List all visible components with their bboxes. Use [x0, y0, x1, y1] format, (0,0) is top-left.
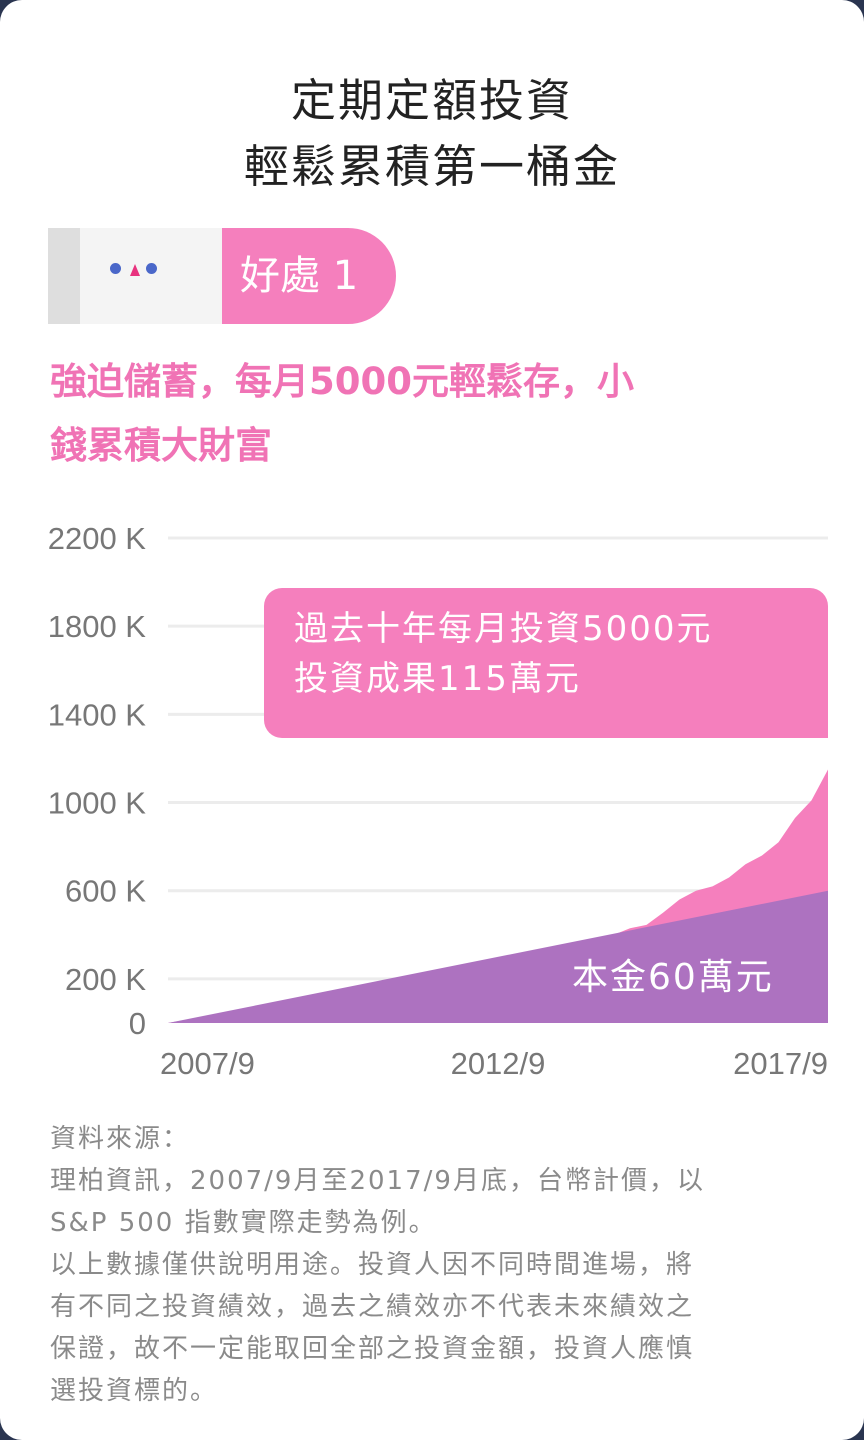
- page-title: 定期定額投資 輕鬆累積第一桶金: [0, 68, 864, 200]
- y-tick-label: 0: [129, 1006, 146, 1041]
- y-tick-label: 2200 K: [48, 521, 147, 556]
- headline-line-1: 強迫儲蓄，每月5000元輕鬆存，小: [50, 360, 634, 403]
- source-line-5: 有不同之投資績效，過去之績效亦不代表未來績效之: [50, 1292, 695, 1322]
- principal-label: 本金60萬元: [572, 957, 774, 998]
- y-tick-label: 200 K: [65, 962, 146, 997]
- source-line-1: 資料來源：: [50, 1124, 191, 1154]
- x-tick-label: 2012/9: [451, 1046, 546, 1081]
- title-line-1: 定期定額投資: [290, 74, 573, 127]
- infographic-card: 定期定額投資 輕鬆累積第一桶金 好處 1 強迫儲蓄，每月5000元輕鬆存，小 錢…: [0, 0, 864, 1440]
- result-callout: 過去十年每月投資5000元 投資成果115萬元: [264, 588, 828, 738]
- x-tick-label: 2007/9: [160, 1046, 255, 1081]
- y-tick-label: 1400 K: [48, 697, 147, 732]
- source-line-2: 理柏資訊，2007/9月至2017/9月底，台幣計價，以: [50, 1166, 705, 1196]
- y-tick-label: 1800 K: [48, 609, 147, 644]
- source-note: 資料來源： 理柏資訊，2007/9月至2017/9月底，台幣計價，以 S&P 5…: [50, 1118, 820, 1412]
- headline: 強迫儲蓄，每月5000元輕鬆存，小 錢累積大財富: [50, 350, 840, 478]
- headline-line-2: 錢累積大財富: [50, 424, 272, 467]
- mascot-nose: [130, 264, 140, 276]
- benefit-pill: 好處 1: [222, 228, 396, 324]
- y-tick-label: 1000 K: [48, 786, 147, 821]
- title-line-2: 輕鬆累積第一桶金: [243, 140, 620, 193]
- benefit-tag-stripe: [48, 228, 80, 324]
- x-tick-label: 2017/9: [733, 1046, 828, 1081]
- source-line-7: 選投資標的。: [50, 1376, 219, 1406]
- mascot-face-icon: [80, 228, 222, 324]
- mascot-right-eye: [146, 263, 157, 274]
- source-line-4: 以上數據僅供說明用途。投資人因不同時間進場，將: [50, 1250, 695, 1280]
- callout-line-1: 過去十年每月投資5000元: [294, 609, 713, 649]
- y-tick-label: 600 K: [65, 874, 146, 909]
- source-line-6: 保證，故不一定能取回全部之投資金額，投資人應慎: [50, 1334, 695, 1364]
- benefit-label: 好處 1: [240, 253, 359, 299]
- source-line-3: S&P 500 指數實際走勢為例。: [50, 1208, 437, 1238]
- callout-line-2: 投資成果115萬元: [294, 659, 581, 699]
- mascot-left-eye: [110, 263, 121, 274]
